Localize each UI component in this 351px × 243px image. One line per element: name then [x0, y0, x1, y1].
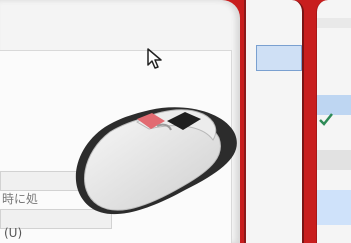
middle-window	[244, 0, 304, 243]
settings-option-label: 時に処	[2, 192, 39, 206]
arrow-pointer-icon	[147, 48, 162, 69]
selected-field[interactable]	[256, 45, 302, 71]
right-window	[316, 0, 351, 243]
shortcut-label: (U)	[4, 226, 23, 240]
right-window-strip-3	[317, 150, 351, 170]
mouse-icon	[75, 107, 237, 215]
right-window-strip-4	[317, 190, 351, 225]
check-icon	[319, 113, 333, 126]
right-window-strip-1	[317, 18, 351, 28]
